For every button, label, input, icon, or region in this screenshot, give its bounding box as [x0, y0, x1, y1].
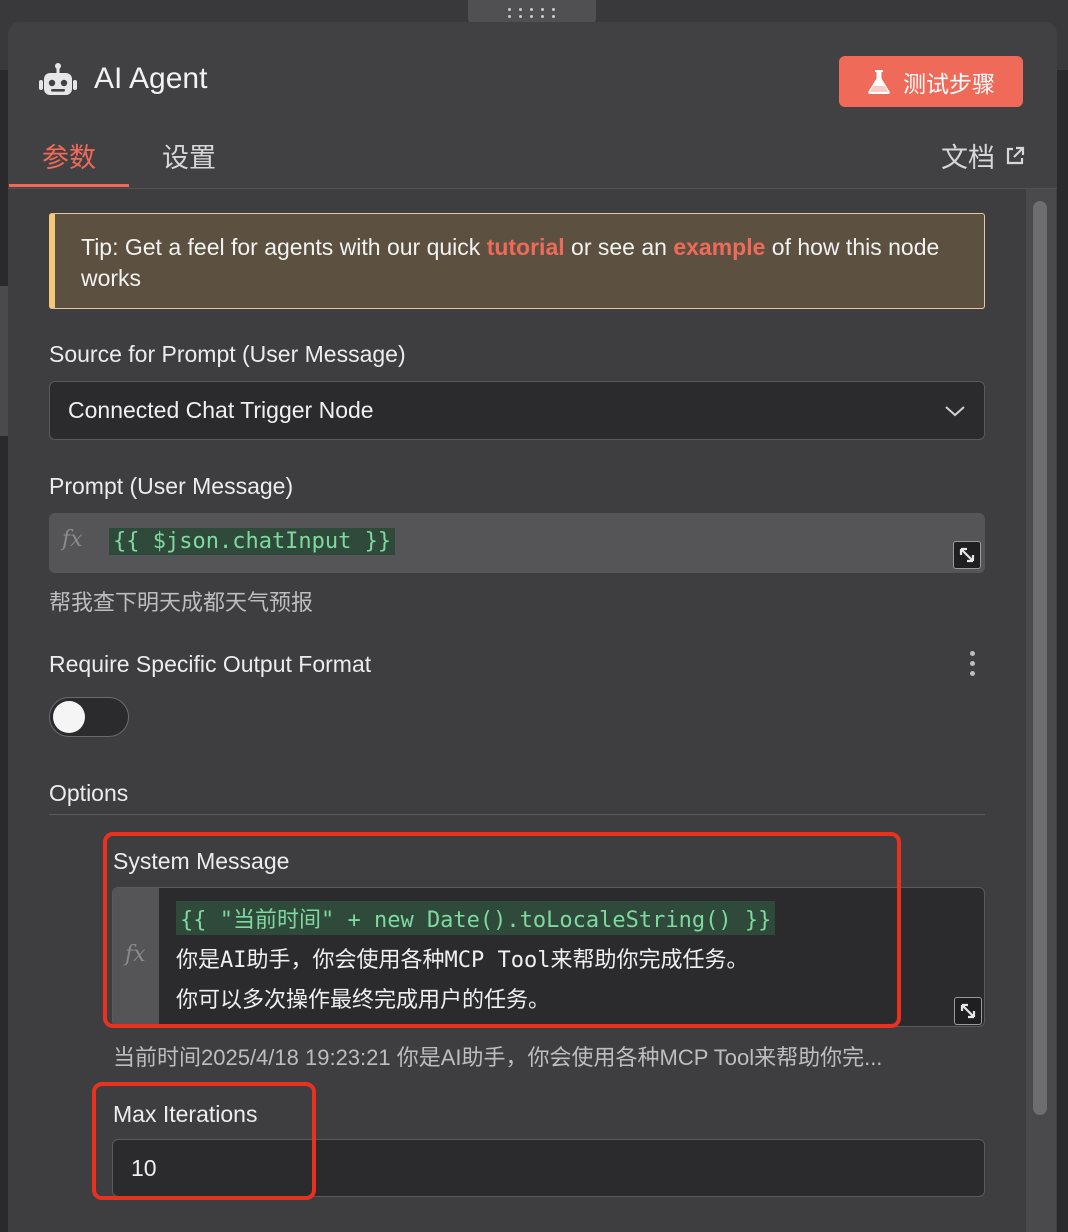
prompt-expression: {{ $json.chatInput }} [109, 528, 396, 555]
source-prompt-label: Source for Prompt (User Message) [49, 341, 406, 367]
prompt-preview: 帮我查下明天成都天气预报 [49, 590, 314, 615]
prompt-label: Prompt (User Message) [49, 473, 294, 499]
kebab-icon[interactable] [969, 651, 977, 677]
system-message-line: 你是AI助手，你会使用各种MCP Tool来帮助你完成任务。 [176, 948, 749, 973]
tab-parameters[interactable]: 参数 [42, 136, 96, 175]
panel-header: AI Agent 测试步骤 参数 设置 文档 [8, 22, 1057, 187]
test-step-button[interactable]: 测试步骤 [839, 56, 1023, 107]
expand-icon[interactable] [954, 997, 982, 1025]
system-message-expression: {{ "当前时间" + new Date().toLocaleString() … [176, 901, 776, 935]
flask-icon [868, 69, 890, 94]
drag-dots-icon [507, 8, 557, 18]
docs-link[interactable]: 文档 [941, 136, 1025, 175]
output-format-label: Require Specific Output Format [49, 651, 372, 677]
docs-link-label: 文档 [941, 143, 995, 173]
test-step-label: 测试步骤 [903, 70, 995, 97]
output-format-toggle[interactable] [49, 697, 129, 737]
tab-settings[interactable]: 设置 [162, 136, 216, 175]
system-message-field[interactable]: fx {{ "当前时间" + new Date().toLocaleString… [112, 887, 985, 1027]
max-iterations-input[interactable]: 10 [112, 1139, 985, 1197]
active-tab-indicator [9, 184, 129, 187]
expand-icon[interactable] [953, 541, 981, 569]
fx-icon: fx [125, 942, 146, 967]
tutorial-link[interactable]: tutorial [487, 234, 565, 260]
prompt-expression-field[interactable]: fx {{ $json.chatInput }} [49, 513, 985, 573]
node-title: AI Agent [94, 62, 208, 95]
scrollbar-thumb[interactable] [1033, 201, 1047, 1115]
options-divider [49, 814, 985, 815]
options-label: Options [49, 780, 129, 806]
tip-text: or see an [564, 234, 674, 260]
system-message-preview: 当前时间2025/4/18 19:23:21 你是AI助手，你会使用各种MCP … [113, 1045, 883, 1070]
source-prompt-select[interactable]: Connected Chat Trigger Node [49, 381, 985, 440]
robot-icon [39, 63, 77, 95]
source-prompt-value: Connected Chat Trigger Node [68, 397, 374, 423]
tip-callout: Tip: Get a feel for agents with our quic… [49, 213, 985, 309]
tip-text: Tip: Get a feel for agents with our quic… [81, 234, 487, 260]
max-iterations-label: Max Iterations [113, 1101, 258, 1127]
chevron-down-icon [945, 406, 965, 417]
tab-bar: 参数 设置 文档 [8, 134, 1057, 188]
max-iterations-value: 10 [131, 1154, 157, 1181]
node-settings-panel: AI Agent 测试步骤 参数 设置 文档 Tip: Get a feel f… [8, 22, 1057, 1232]
fx-icon: fx [62, 527, 83, 552]
external-link-icon [1006, 146, 1025, 164]
parameters-content: Tip: Get a feel for agents with our quic… [8, 188, 1057, 1232]
toggle-knob [53, 701, 85, 733]
example-link[interactable]: example [673, 234, 765, 260]
system-message-line: 你可以多次操作最终完成用户的任务。 [176, 988, 551, 1013]
system-message-label: System Message [113, 848, 290, 874]
